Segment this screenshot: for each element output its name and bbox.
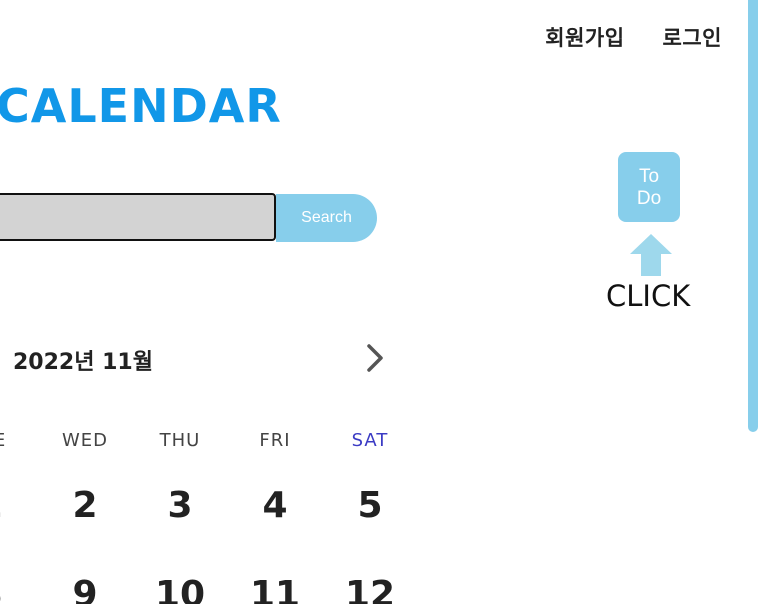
day-cell[interactable]: 3 xyxy=(140,485,220,526)
chevron-right-icon[interactable] xyxy=(362,342,390,374)
weekday-thu: THU xyxy=(159,430,201,451)
day-cell[interactable]: 11 xyxy=(235,574,315,604)
arrow-up-icon xyxy=(630,234,672,276)
search-button[interactable]: Search xyxy=(276,194,377,242)
day-cell[interactable]: 1 xyxy=(0,485,30,526)
weekday-sat: SAT xyxy=(351,430,389,451)
todo-button[interactable]: To Do xyxy=(618,152,680,222)
weekday-tue: E xyxy=(0,430,40,451)
day-cell[interactable]: 4 xyxy=(235,485,315,526)
day-cell[interactable]: 8 xyxy=(0,574,30,604)
click-label: CLICK xyxy=(606,279,691,313)
day-cell[interactable]: 12 xyxy=(330,574,410,604)
page-title: CALENDAR xyxy=(0,79,282,133)
scrollbar[interactable] xyxy=(748,0,758,432)
month-label: 2022년 11월 xyxy=(13,350,153,375)
weekday-wed: WED xyxy=(61,430,109,451)
day-cell[interactable]: 10 xyxy=(140,574,220,604)
search-input[interactable] xyxy=(0,193,276,241)
weekday-fri: FRI xyxy=(259,430,291,451)
day-cell[interactable]: 9 xyxy=(45,574,125,604)
day-cell[interactable]: 5 xyxy=(330,485,410,526)
login-link[interactable]: 로그인 xyxy=(663,22,722,52)
day-cell[interactable]: 2 xyxy=(45,485,125,526)
calendar-page: 회원가입 로그인 CALENDAR Search To Do CLICK 202… xyxy=(0,0,758,604)
top-nav: 회원가입 로그인 xyxy=(545,22,722,52)
signup-link[interactable]: 회원가입 xyxy=(545,22,624,52)
